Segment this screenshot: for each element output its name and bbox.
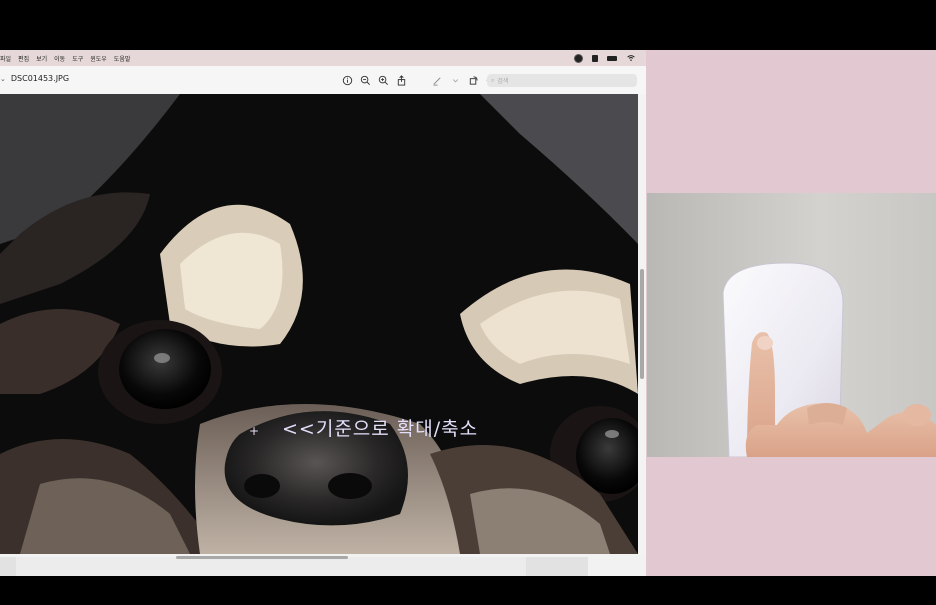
- bottom-strip-inner: [16, 557, 526, 576]
- search-input[interactable]: ⌕ 검색: [487, 74, 637, 87]
- search-icon: ⌕: [491, 76, 495, 84]
- share-icon[interactable]: [395, 74, 408, 87]
- menu-edit[interactable]: 편집: [18, 54, 29, 63]
- cursor-crosshair: +: [249, 424, 260, 438]
- menu-help[interactable]: 도움말: [114, 54, 131, 63]
- chevron-down-icon[interactable]: ⌄: [0, 75, 6, 83]
- mouse-video: [647, 193, 936, 457]
- preview-window: ⌄ DSC01453.JPG ⌕ 검색 + <<기준으로 확대/축소: [0, 66, 646, 576]
- notes-icon[interactable]: [592, 54, 598, 62]
- menu-tools[interactable]: 도구: [72, 54, 83, 63]
- menu-items: 파일 편집 보기 이동 도구 윈도우 도움말: [0, 50, 137, 66]
- horizontal-scroll-thumb[interactable]: [176, 556, 348, 559]
- menu-file[interactable]: 파일: [0, 54, 11, 63]
- screen-record-icon[interactable]: [574, 53, 583, 63]
- wifi-icon[interactable]: [626, 55, 636, 61]
- vertical-scroll-thumb[interactable]: [640, 269, 644, 379]
- menu-go[interactable]: 이동: [54, 54, 65, 63]
- menu-view[interactable]: 보기: [36, 54, 47, 63]
- menubar: 파일 편집 보기 이동 도구 윈도우 도움말: [0, 50, 646, 66]
- dog-photo[interactable]: + <<기준으로 확대/축소: [0, 94, 638, 554]
- file-name: DSC01453.JPG: [10, 74, 70, 83]
- markup-pen-icon[interactable]: [431, 74, 444, 87]
- window-title[interactable]: ⌄ DSC01453.JPG: [0, 74, 69, 83]
- rotate-icon[interactable]: [467, 74, 480, 87]
- zoom-out-icon[interactable]: [359, 74, 372, 87]
- overlay-caption: <<기준으로 확대/축소: [282, 418, 479, 440]
- bottom-strip: [0, 557, 588, 576]
- toolbar-icons: [341, 74, 503, 87]
- menu-window[interactable]: 윈도우: [90, 54, 107, 63]
- search-placeholder: 검색: [497, 78, 509, 85]
- toolbar: ⌄ DSC01453.JPG ⌕ 검색: [0, 66, 646, 95]
- vertical-scrollbar[interactable]: [638, 94, 646, 554]
- info-icon[interactable]: [341, 74, 354, 87]
- battery-icon[interactable]: [607, 55, 617, 61]
- status-icons: [574, 50, 636, 66]
- chevron-down-icon[interactable]: [449, 74, 462, 87]
- zoom-in-icon[interactable]: [377, 74, 390, 87]
